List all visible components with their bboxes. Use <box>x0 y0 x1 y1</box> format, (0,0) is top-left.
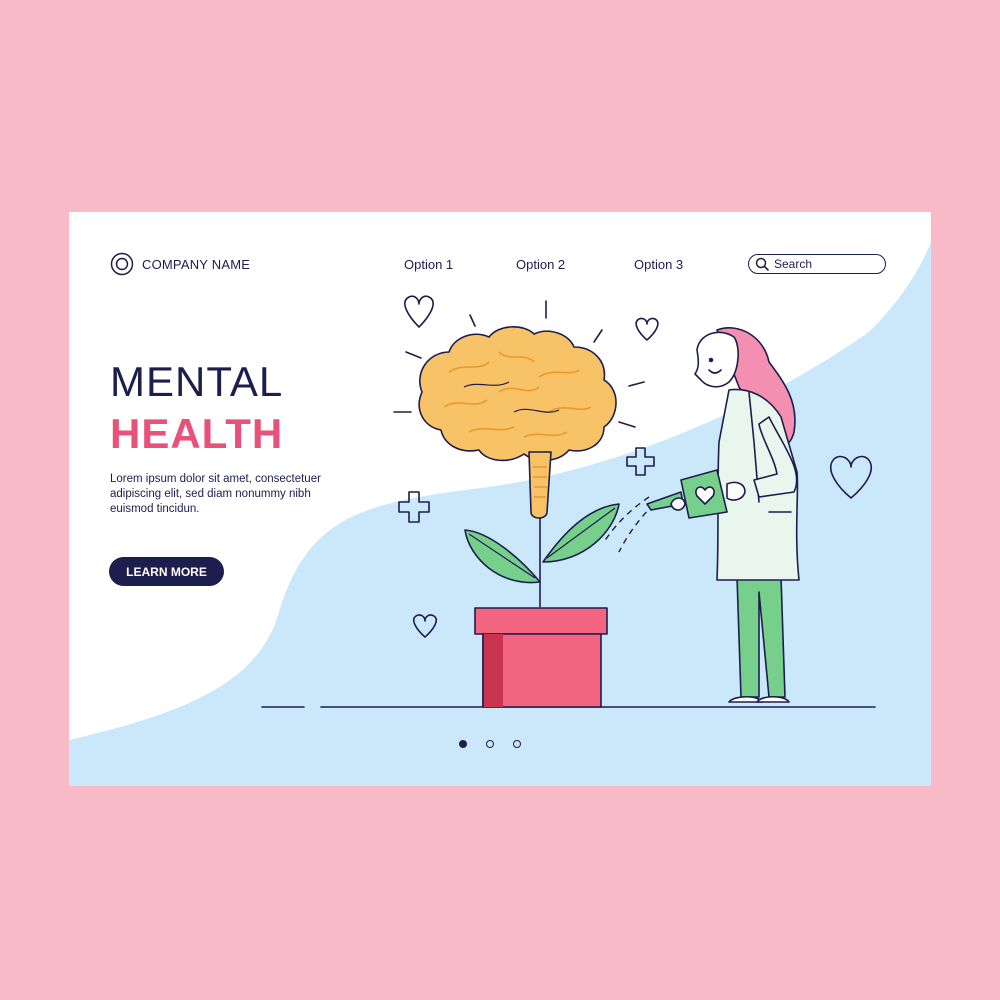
nav-option-2[interactable]: Option 2 <box>516 257 565 272</box>
top-nav: COMPANY NAME Option 1 Option 2 Option 3 … <box>69 212 931 312</box>
search-input[interactable]: Search <box>748 254 886 274</box>
search-placeholder: Search <box>774 257 813 271</box>
pagination-dot-3[interactable] <box>513 740 521 748</box>
company-logo[interactable]: COMPANY NAME <box>110 252 250 276</box>
hero-title-line2: HEALTH <box>110 410 284 457</box>
hero-description: Lorem ipsum dolor sit amet, consectetuer… <box>110 473 321 515</box>
carousel-pagination <box>459 740 521 748</box>
nav-option-3[interactable]: Option 3 <box>634 257 683 272</box>
circle-target-icon <box>110 252 134 276</box>
nav-option-1[interactable]: Option 1 <box>404 257 453 272</box>
search-icon <box>755 257 769 271</box>
hero-title-line1: MENTAL <box>110 358 284 405</box>
learn-more-button[interactable]: LEARN MORE <box>109 557 224 586</box>
pagination-dot-2[interactable] <box>486 740 494 748</box>
company-name: COMPANY NAME <box>142 256 251 272</box>
pagination-dot-1[interactable] <box>459 740 467 748</box>
landing-page: COMPANY NAME Option 1 Option 2 Option 3 … <box>69 212 931 786</box>
